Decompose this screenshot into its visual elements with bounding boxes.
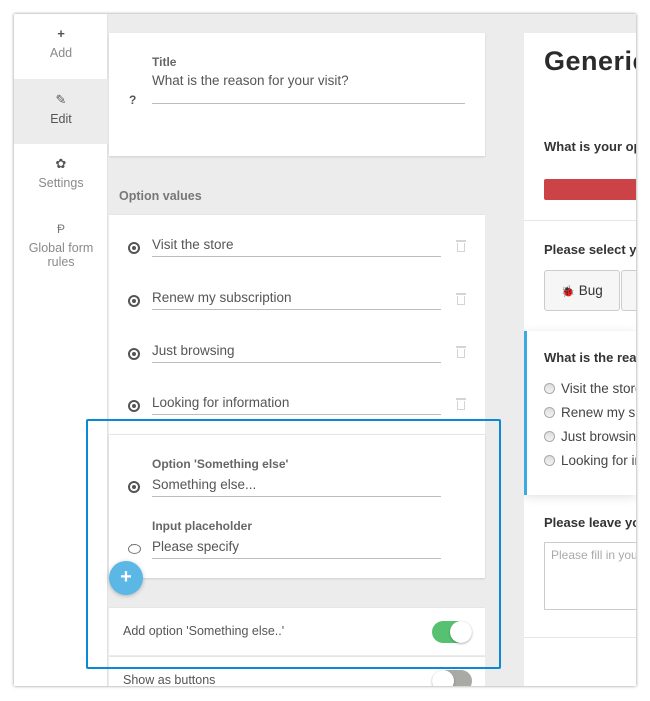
category-button[interactable] bbox=[621, 270, 636, 311]
nav-item-settings[interactable]: ✿ Settings bbox=[14, 144, 108, 209]
left-nav: + Add ✎ Edit ✿ Settings Ᵽ Global form ru… bbox=[14, 14, 108, 686]
toggle-knob bbox=[450, 621, 472, 643]
option-row: Visit the store bbox=[109, 237, 485, 261]
nav-item-label: Add bbox=[49, 46, 73, 60]
divider bbox=[524, 220, 636, 221]
option-input[interactable]: Just browsing bbox=[152, 343, 441, 363]
nav-item-add[interactable]: + Add bbox=[14, 14, 108, 79]
nav-item-global-form-rules[interactable]: Ᵽ Global form rules bbox=[14, 209, 108, 289]
rules-icon: Ᵽ bbox=[56, 222, 65, 236]
option-input[interactable]: Looking for information bbox=[152, 395, 441, 415]
radio-icon bbox=[128, 242, 140, 254]
pencil-icon: ✎ bbox=[55, 92, 67, 107]
preview-question-category: Please select your feedback category bbox=[544, 242, 636, 257]
toggle-label: Show as buttons bbox=[123, 673, 216, 686]
toggle-row-show-as-buttons: Show as buttons bbox=[109, 656, 485, 686]
feedback-textarea[interactable]: Please fill in your feedback bbox=[544, 542, 636, 610]
title-input[interactable]: What is the reason for your visit? bbox=[152, 73, 465, 104]
toggle-row-something-else: Add option 'Something else..' bbox=[109, 607, 485, 655]
gear-icon: ✿ bbox=[55, 156, 67, 171]
radio-button bbox=[544, 455, 555, 466]
radio-label: Renew my subscription bbox=[561, 405, 636, 420]
nav-item-label: Edit bbox=[50, 112, 72, 126]
toggle-label: Add option 'Something else..' bbox=[123, 624, 285, 638]
show-as-buttons-toggle[interactable] bbox=[432, 670, 472, 686]
add-option-button[interactable]: + bbox=[109, 561, 143, 595]
trash-icon[interactable] bbox=[456, 397, 466, 410]
radio-button bbox=[544, 383, 555, 394]
radio-icon bbox=[128, 481, 140, 493]
rating-bar[interactable] bbox=[544, 179, 636, 200]
input-placeholder-input[interactable]: Please specify bbox=[152, 539, 441, 559]
radio-label: Just browsing bbox=[561, 429, 636, 444]
option-row: Renew my subscription bbox=[109, 290, 485, 314]
radio-icon bbox=[128, 348, 140, 360]
preview-active-question[interactable]: What is the reason for your visit? Visit… bbox=[524, 331, 636, 495]
nav-item-edit[interactable]: ✎ Edit bbox=[14, 79, 108, 144]
preview-form-title: Generic feedback bbox=[544, 46, 636, 76]
radio-label: Visit the store bbox=[561, 381, 636, 396]
radio-icon bbox=[128, 400, 140, 412]
trash-icon[interactable] bbox=[456, 239, 466, 252]
radio-label: Looking for information bbox=[561, 453, 636, 468]
option-input[interactable]: Visit the store bbox=[152, 237, 441, 257]
category-button-label: Bug bbox=[578, 283, 603, 298]
radio-button bbox=[544, 431, 555, 442]
form-preview: Generic feedback What is your opinion Pl… bbox=[524, 33, 636, 686]
something-else-toggle[interactable] bbox=[432, 621, 472, 643]
preview-radio-option[interactable]: Just browsing bbox=[544, 429, 636, 447]
speech-bubble-icon bbox=[128, 539, 141, 554]
toggle-knob bbox=[432, 670, 454, 686]
title-label: Title bbox=[152, 55, 177, 69]
option-input[interactable]: Renew my subscription bbox=[152, 290, 441, 310]
form-builder-window: + Add ✎ Edit ✿ Settings Ᵽ Global form ru… bbox=[14, 14, 636, 686]
preview-radio-option[interactable]: Renew my subscription bbox=[544, 405, 636, 423]
nav-item-label: Global form rules bbox=[28, 241, 94, 269]
trash-icon[interactable] bbox=[456, 345, 466, 358]
something-else-label: Option 'Something else' bbox=[152, 457, 289, 471]
category-button-bug[interactable]: 🐞 Bug bbox=[544, 270, 620, 311]
option-row: Just browsing bbox=[109, 343, 485, 367]
editor-pane: ? Title What is the reason for your visi… bbox=[109, 14, 485, 686]
preview-question-opinion: What is your opinion bbox=[544, 139, 636, 154]
title-card: ? Title What is the reason for your visi… bbox=[109, 33, 485, 156]
divider bbox=[524, 637, 636, 638]
preview-radio-option[interactable]: Visit the store bbox=[544, 381, 636, 399]
option-values-heading: Option values bbox=[119, 189, 202, 203]
something-else-input[interactable]: Something else... bbox=[152, 477, 441, 497]
option-row: Looking for information bbox=[109, 395, 485, 419]
something-else-card: Option 'Something else' Something else..… bbox=[109, 434, 485, 578]
radio-icon bbox=[128, 295, 140, 307]
trash-icon[interactable] bbox=[456, 292, 466, 305]
question-mark-icon: ? bbox=[129, 93, 137, 107]
input-placeholder-label: Input placeholder bbox=[152, 519, 253, 533]
nav-item-label: Settings bbox=[38, 176, 84, 190]
preview-radio-option[interactable]: Looking for information bbox=[544, 453, 636, 471]
radio-button bbox=[544, 407, 555, 418]
preview-question-reason: What is the reason for your visit? bbox=[544, 350, 636, 365]
preview-question-feedback: Please leave your feedback bbox=[544, 515, 636, 530]
bug-icon: 🐞 bbox=[561, 286, 575, 298]
option-values-list: Visit the store Renew my subscription Ju… bbox=[109, 214, 485, 434]
plus-icon: + bbox=[57, 26, 65, 41]
